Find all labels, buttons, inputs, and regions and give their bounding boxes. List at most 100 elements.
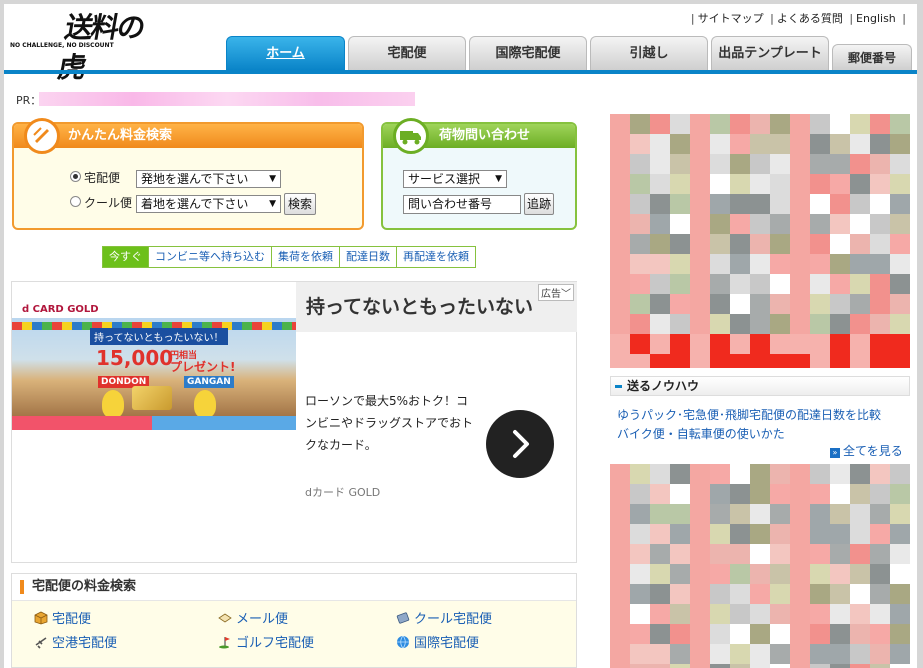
mosaic-tile [790, 524, 811, 545]
see-all-link[interactable]: » 全てを見る [830, 442, 903, 459]
takuhaibin-radio[interactable] [70, 171, 81, 182]
mosaic-tile [810, 544, 831, 565]
english-link[interactable]: English [856, 12, 896, 25]
site-logo[interactable]: 送料の虎 NO CHALLENGE, NO DISCOUNT [10, 6, 155, 84]
knowhow-link-delivery-days[interactable]: ゆうパック･宅急便･飛脚宅配便の配達日数を比較 [617, 406, 881, 423]
price-link-takuhaibin[interactable]: 宅配便 [34, 608, 91, 627]
mosaic-tile [850, 584, 871, 605]
ad-choices-badge[interactable]: 広告﹀ [538, 284, 574, 301]
mosaic-tile [890, 174, 910, 195]
price-link-airport[interactable]: 空港宅配便 [34, 632, 117, 651]
tab-bring-to-store[interactable]: コンビニ等へ持ち込む [149, 246, 272, 268]
mosaic-tile [890, 504, 910, 525]
destination-select[interactable]: 着地を選んで下さい ▼ [136, 195, 281, 213]
tab-moving[interactable]: 引越し [590, 36, 708, 70]
mosaic-tile [630, 564, 651, 585]
ad-gold-card [132, 386, 172, 410]
origin-select[interactable]: 発地を選んで下さい ▼ [136, 170, 281, 188]
tab-home[interactable]: ホーム [226, 36, 345, 70]
tab-redelivery[interactable]: 再配達を依頼 [397, 246, 476, 268]
tab-international[interactable]: 国際宅配便 [469, 36, 587, 70]
mosaic-tile [710, 504, 731, 525]
mosaic-tile [730, 254, 751, 275]
mosaic-tile [870, 314, 891, 335]
faq-link[interactable]: よくある質問 [777, 12, 843, 25]
mosaic-tile [650, 354, 671, 368]
service-select[interactable]: サービス選択 ▼ [403, 170, 507, 188]
mosaic-tile [650, 484, 671, 505]
mosaic-tile [670, 504, 691, 525]
tab-now[interactable]: 今すぐ [102, 246, 149, 268]
cool-radio[interactable] [70, 196, 81, 207]
mosaic-tile [650, 274, 671, 295]
sitemap-link[interactable]: サイトマップ [698, 12, 764, 25]
rate-search-box: かんたん料金検索 宅配便 クール便 発地を選んで下さい ▼ 着地を選んで下さい ▼ … [12, 118, 364, 230]
mosaic-tile [870, 604, 891, 625]
ad-present: プレゼント! [170, 360, 236, 374]
advertisement[interactable]: d CARD GOLD 持ってないともったいない！ 15,000 円相当 プレゼ… [11, 281, 577, 563]
mosaic-tile [770, 604, 791, 625]
mosaic-tile [710, 214, 731, 235]
origin-select-value: 発地を選んで下さい [141, 172, 249, 186]
blurred-banner-ad-top[interactable] [610, 114, 910, 368]
mosaic-tile [810, 524, 831, 545]
price-link-cool[interactable]: クール宅配便 [396, 608, 492, 627]
mosaic-tile [610, 564, 631, 585]
mosaic-tile [750, 464, 771, 485]
tab-request-pickup[interactable]: 集荷を依頼 [272, 246, 340, 268]
mosaic-tile [810, 194, 831, 215]
mosaic-tile [870, 584, 891, 605]
ad-next-button[interactable] [486, 410, 554, 478]
shipping-method-tabs: 今すぐ コンビニ等へ持ち込む 集荷を依頼 配達日数 再配達を依頼 [102, 246, 476, 268]
price-link-international[interactable]: 国際宅配便 [396, 632, 479, 651]
price-link-mail[interactable]: メール便 [218, 608, 288, 627]
tab-postal-code[interactable]: 郵便番号 [832, 44, 912, 70]
mosaic-tile [750, 664, 771, 668]
tracking-number-input[interactable]: 問い合わせ番号 [403, 195, 521, 214]
tab-delivery-days[interactable]: 配達日数 [340, 246, 397, 268]
tab-takuhaibin[interactable]: 宅配便 [348, 36, 466, 70]
track-button[interactable]: 追跡 [524, 193, 554, 215]
mosaic-tile [790, 584, 811, 605]
mosaic-tile [690, 194, 711, 215]
mosaic-tile [850, 644, 871, 665]
price-link-golf[interactable]: ゴルフ宅配便 [218, 632, 314, 651]
mosaic-tile [870, 294, 891, 315]
blurred-banner-ad-bottom[interactable] [610, 464, 910, 668]
ad-headline[interactable]: 持ってないともったいない [296, 282, 577, 332]
mosaic-tile [830, 354, 851, 368]
mosaic-tile [730, 644, 751, 665]
ad-image[interactable]: d CARD GOLD 持ってないともったいない！ 15,000 円相当 プレゼ… [12, 282, 296, 430]
mosaic-tile [670, 544, 691, 565]
mosaic-tile [870, 114, 891, 135]
mosaic-tile [810, 464, 831, 485]
mosaic-tile [890, 294, 910, 315]
mosaic-tile [650, 604, 671, 625]
chevron-down-icon: ﹀ [561, 289, 571, 300]
mosaic-tile [890, 664, 910, 668]
mosaic-tile [750, 274, 771, 295]
mosaic-tile [870, 274, 891, 295]
mosaic-tile [810, 214, 831, 235]
mosaic-tile [830, 584, 851, 605]
tab-listing-template[interactable]: 出品テンプレート [711, 36, 829, 70]
mosaic-tile [630, 504, 651, 525]
mosaic-tile [750, 294, 771, 315]
mosaic-tile [730, 314, 751, 335]
mosaic-tile [670, 354, 691, 368]
mosaic-tile [650, 624, 671, 645]
search-button[interactable]: 検索 [284, 193, 316, 215]
mosaic-tile [630, 604, 651, 625]
mosaic-tile [810, 604, 831, 625]
mosaic-tile [830, 174, 851, 195]
knowhow-link-bike-courier[interactable]: バイク便・自転車便の使いかた [617, 425, 785, 442]
mosaic-tile [650, 114, 671, 135]
mosaic-tile [790, 314, 811, 335]
mosaic-tile [890, 544, 910, 565]
mosaic-tile [830, 214, 851, 235]
mosaic-tile [750, 114, 771, 135]
pr-link-blurred[interactable] [39, 92, 415, 106]
mosaic-tile [850, 314, 871, 335]
mosaic-tile [690, 254, 711, 275]
mosaic-tile [650, 194, 671, 215]
